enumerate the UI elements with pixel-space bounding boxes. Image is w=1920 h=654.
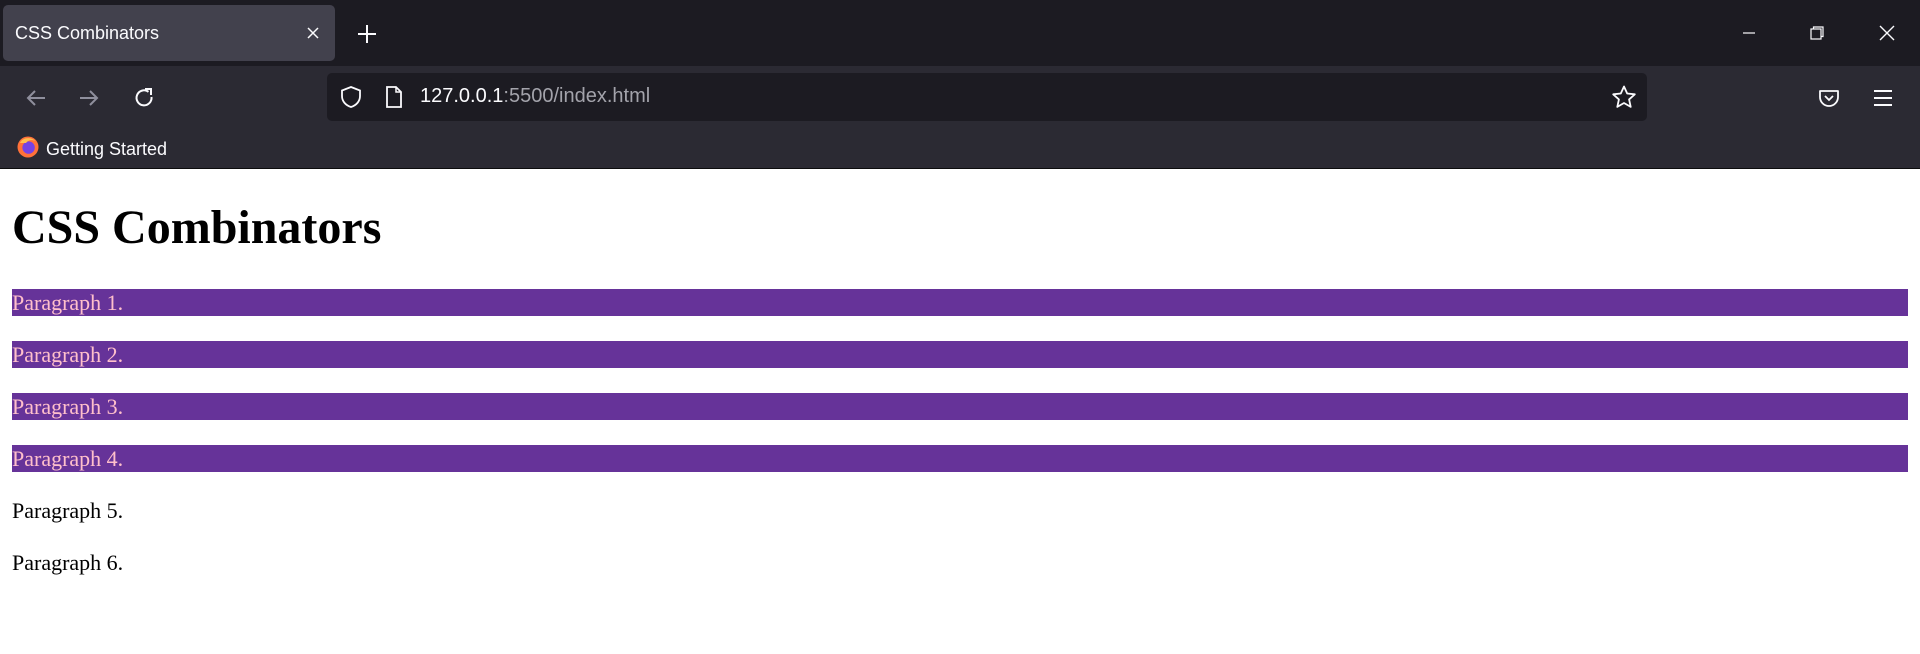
page-heading: CSS Combinators [12,201,382,254]
minimize-icon[interactable] [1718,0,1780,66]
star-icon[interactable] [1611,84,1637,115]
back-arrow-icon[interactable] [19,81,53,115]
tab-active[interactable]: CSS Combinators [3,5,335,61]
address-bar[interactable]: 127.0.0.1:5500/index.html [327,73,1647,121]
paragraph-3: Paragraph 3. [12,393,1908,420]
url-text[interactable]: 127.0.0.1:5500/index.html [420,85,650,108]
paragraph-2: Paragraph 2. [12,341,1908,368]
page-content: CSS Combinators Paragraph 1. Paragraph 2… [0,169,1920,576]
paragraph-1: Paragraph 1. [12,289,1908,316]
navigation-toolbar: 127.0.0.1:5500/index.html [0,66,1920,130]
tab-title: CSS Combinators [15,22,160,43]
restore-icon[interactable] [1786,0,1848,66]
tab-strip: CSS Combinators [0,0,1920,66]
shield-icon[interactable] [340,85,362,114]
paragraph-6: Paragraph 6. [12,550,124,575]
page-icon[interactable] [384,85,404,114]
url-path: :5500/index.html [503,85,651,107]
paragraph-5: Paragraph 5. [12,498,124,523]
hamburger-menu-icon[interactable] [1866,81,1900,115]
bookmark-getting-started[interactable]: Getting Started [16,135,167,163]
pocket-icon[interactable] [1812,81,1846,115]
reload-icon[interactable] [127,81,161,115]
paragraph-4: Paragraph 4. [12,445,1908,472]
url-host: 127.0.0.1 [420,85,504,107]
browser-chrome: CSS Combinators 127.0.0.1:5500/index.htm… [0,0,1920,169]
window-close-icon[interactable] [1856,0,1918,66]
bookmark-label: Getting Started [46,138,168,159]
forward-arrow-icon[interactable] [72,81,106,115]
firefox-icon [16,135,40,164]
plus-icon[interactable] [352,19,382,49]
bookmarks-toolbar: Getting Started [0,130,1920,169]
close-icon[interactable] [303,23,323,43]
